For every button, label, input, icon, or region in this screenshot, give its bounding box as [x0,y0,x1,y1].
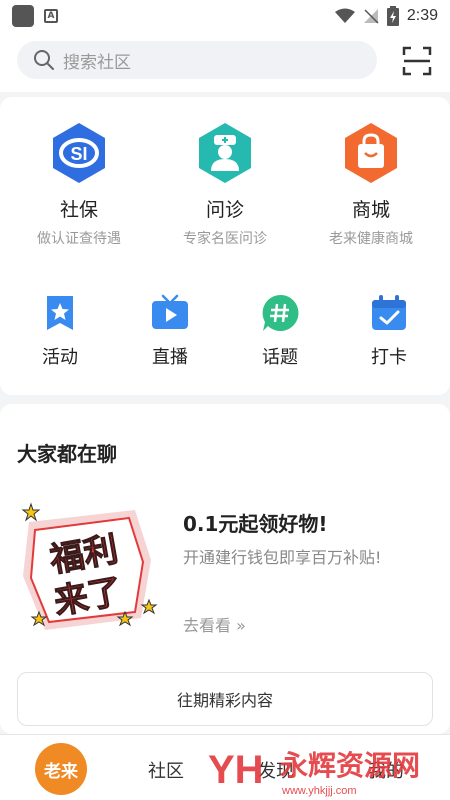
activity-flag-icon [47,296,73,330]
service-subtitle: 做认证查待遇 [37,231,121,247]
nav-item-community[interactable]: 社区 [148,757,184,783]
svg-text:YH: YH [208,748,264,792]
scan-icon[interactable] [402,46,432,76]
promo-banner-image[interactable]: 福利 来了 [17,500,163,640]
watermark-overlay: YH 永辉资源网 www.yhkjjj.com [208,748,420,797]
watermark-brand: 永辉资源网 [280,749,420,782]
topic-hash-icon [262,294,299,331]
service-consultation[interactable]: 问诊 专家名医问诊 [150,121,300,248]
app-notification-icon [12,5,34,27]
header: 搜索社区 [0,32,450,92]
promo-subtitle: 开通建行钱包即享百万补贴! [183,548,382,567]
wifi-icon [334,8,355,23]
svg-text:SI: SI [70,144,87,164]
service-subtitle: 专家名医问诊 [183,231,267,247]
search-icon [34,50,54,70]
service-mall[interactable]: 商城 老来健康商城 [296,121,446,248]
service-title: 社保 [59,199,98,221]
bottom-nav: 老来 社区 发现 我的 YH 永辉资源网 www.yhkjjj.com [0,734,450,800]
history-button[interactable]: 往期精彩内容 [17,672,433,726]
service-subtitle: 老来健康商城 [329,231,413,247]
mini-service-label: 打卡 [371,347,407,368]
service-title: 商城 [351,199,390,221]
promo-title[interactable]: 0.1元起领好物! [183,508,328,537]
mini-service-live[interactable]: 直播 [115,293,225,369]
discussion-card: 大家都在聊 福利 来了 0.1元起领好物! 开通建行钱包即享百万补贴! 去看看 … [0,404,450,734]
shopping-bag-icon [345,123,397,183]
live-tv-icon [152,294,188,329]
status-bar: A 2:39 [0,0,450,32]
keyboard-notification-icon: A [44,9,58,23]
promo-link[interactable]: 去看看 » [183,612,246,636]
status-indicators: 2:39 [334,6,438,26]
mini-service-activity[interactable]: 活动 [5,293,115,369]
search-input[interactable]: 搜索社区 [17,41,377,79]
mini-service-label: 直播 [152,347,188,368]
clock-time: 2:39 [406,7,438,24]
mini-service-checkin[interactable]: 打卡 [334,293,444,369]
social-security-icon: SI [53,123,105,183]
service-social-security[interactable]: SI 社保 做认证查待遇 [4,121,154,248]
service-title: 问诊 [205,199,244,221]
watermark-url: www.yhkjjj.com [281,785,357,797]
nav-home-logo[interactable]: 老来 [35,743,87,795]
battery-charging-icon [386,6,399,26]
search-placeholder: 搜索社区 [63,52,131,73]
mini-service-label: 活动 [42,347,78,368]
no-signal-icon [363,9,379,24]
section-title: 大家都在聊 [17,442,117,466]
services-card: SI 社保 做认证查待遇 问诊 专家名医问诊 商城 老来健康商城 活动 直播 话… [0,97,450,395]
checkin-calendar-icon [372,295,406,330]
mini-service-topic[interactable]: 话题 [225,293,335,369]
doctor-icon [199,123,251,183]
mini-service-label: 话题 [262,347,298,368]
